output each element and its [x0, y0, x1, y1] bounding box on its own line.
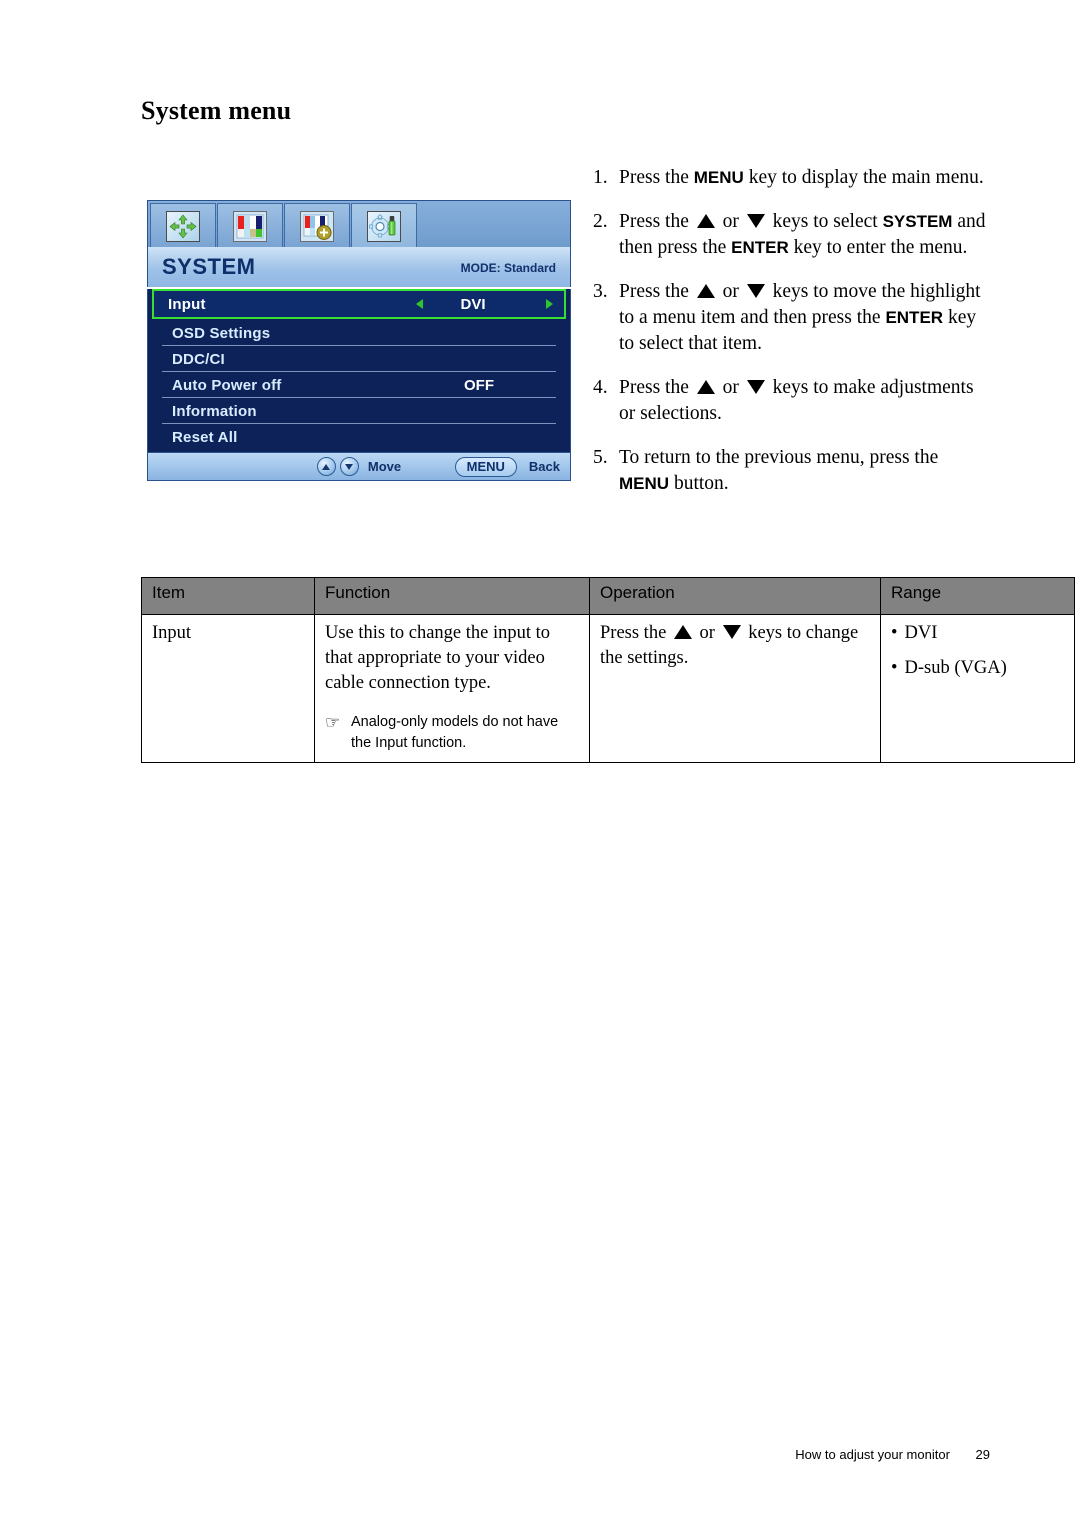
step-3: 3. Press the or keys to move the highlig…: [593, 279, 993, 357]
step-number: 5.: [593, 447, 608, 468]
osd-item-ddc-ci[interactable]: DDC/CI: [154, 346, 564, 372]
settings-table: Item Function Operation Range Input Use …: [141, 577, 1075, 763]
range-item: DVI: [891, 621, 1064, 646]
cell-function: Use this to change the input to that app…: [314, 614, 590, 763]
range-item: D-sub (VGA): [891, 656, 1064, 681]
osd-mode-label: MODE: Standard: [460, 261, 556, 275]
key-name: ENTER: [731, 238, 789, 257]
step-1: 1. Press the MENU key to display the mai…: [593, 165, 993, 191]
osd-item-auto-power-off[interactable]: Auto Power off OFF: [154, 372, 564, 398]
osd-move-label: Move: [367, 459, 402, 474]
table-header-operation: Operation: [589, 577, 881, 615]
arrow-up-icon: [696, 380, 715, 394]
osd-item-osd-settings[interactable]: OSD Settings: [154, 320, 564, 346]
page-title: System menu: [141, 96, 292, 125]
osd-item-list: Input DVI OSD Settings DDC/CI Auto Power…: [147, 289, 571, 452]
chevron-left-icon[interactable]: [416, 299, 423, 309]
osd-mockup: SYSTEM MODE: Standard Input DVI OSD Sett…: [147, 200, 571, 481]
arrow-down-icon: [746, 284, 765, 298]
step-number: 4.: [593, 377, 608, 398]
osd-tab-bar: [147, 200, 571, 248]
osd-item-value: DVI: [460, 295, 486, 313]
arrow-down-icon: [722, 625, 741, 639]
osd-item-label: Input: [168, 295, 206, 313]
step-2: 2. Press the or keys to select SYSTEM an…: [593, 209, 993, 261]
step-number: 3.: [593, 281, 608, 302]
table-header-item: Item: [141, 577, 315, 615]
step-text: Press the or keys to select SYSTEM and t…: [619, 211, 986, 258]
picture-advanced-icon: [300, 210, 334, 242]
arrow-up-icon: [696, 284, 715, 298]
osd-item-label: Auto Power off: [172, 376, 282, 394]
osd-item-label: DDC/CI: [172, 350, 225, 368]
osd-tab-picture[interactable]: [217, 203, 283, 248]
step-number: 2.: [593, 211, 608, 232]
osd-item-label: Information: [172, 402, 257, 420]
table-header-row: Item Function Operation Range: [141, 577, 1075, 615]
arrow-down-icon: [746, 380, 765, 394]
osd-item-input[interactable]: Input DVI: [152, 289, 566, 319]
page-footer: How to adjust your monitor 29: [795, 1447, 990, 1462]
function-text: Use this to change the input to that app…: [325, 623, 551, 693]
chevron-right-icon[interactable]: [546, 299, 553, 309]
arrow-up-icon[interactable]: [316, 457, 336, 476]
osd-item-value: OFF: [464, 376, 494, 394]
osd-menu-button[interactable]: MENU: [454, 456, 517, 477]
key-name: ENTER: [885, 308, 944, 327]
step-number: 1.: [593, 167, 608, 188]
table-header-function: Function: [314, 577, 590, 615]
pointing-hand-icon: ☞: [325, 713, 341, 732]
key-name: MENU: [693, 168, 744, 187]
key-name: MENU: [619, 474, 670, 493]
page-number: 29: [975, 1447, 990, 1462]
arrow-up-icon: [696, 214, 715, 228]
osd-tab-picture-advanced[interactable]: [284, 203, 350, 248]
step-4: 4. Press the or keys to make adjustments…: [593, 375, 993, 427]
instruction-steps: 1. Press the MENU key to display the mai…: [593, 165, 993, 515]
arrow-down-icon: [746, 214, 765, 228]
osd-back-label: Back: [528, 459, 560, 474]
key-name: SYSTEM: [882, 212, 953, 231]
osd-footer-bar: Move MENU Back: [147, 452, 571, 481]
table-header-range: Range: [880, 577, 1075, 615]
step-5: 5. To return to the previous menu, press…: [593, 445, 993, 497]
osd-tab-system[interactable]: [351, 203, 417, 248]
arrow-down-icon[interactable]: [339, 457, 359, 476]
osd-move-control: Move: [316, 457, 402, 476]
arrow-up-icon: [673, 625, 692, 639]
step-text: Press the or keys to make adjustments or…: [619, 377, 974, 424]
note-text: Analog-only models do not have the Input…: [351, 714, 559, 751]
operation-text: Press the or keys to change the settings…: [600, 623, 859, 668]
osd-title: SYSTEM: [162, 254, 256, 279]
display-icon: [166, 210, 200, 242]
osd-item-label: Reset All: [172, 428, 238, 446]
table-row: Input Use this to change the input to th…: [141, 614, 1075, 763]
osd-item-label: OSD Settings: [172, 324, 271, 342]
osd-back-control: MENU Back: [454, 456, 560, 477]
osd-item-reset-all[interactable]: Reset All: [154, 424, 564, 450]
osd-title-bar: SYSTEM MODE: Standard: [147, 247, 571, 287]
range-list: DVI D-sub (VGA): [891, 621, 1064, 681]
cell-range: DVI D-sub (VGA): [880, 614, 1075, 763]
cell-item: Input: [141, 614, 315, 763]
step-text: Press the MENU key to display the main m…: [619, 167, 984, 188]
osd-tab-display[interactable]: [150, 203, 216, 248]
osd-item-information[interactable]: Information: [154, 398, 564, 424]
system-icon: [367, 210, 401, 242]
step-text: Press the or keys to move the highlight …: [619, 281, 981, 354]
footer-chapter-label: How to adjust your monitor: [795, 1447, 950, 1462]
cell-operation: Press the or keys to change the settings…: [589, 614, 881, 763]
function-note: ☞ Analog-only models do not have the Inp…: [325, 712, 579, 754]
picture-icon: [233, 210, 267, 242]
step-text: To return to the previous menu, press th…: [619, 447, 939, 494]
